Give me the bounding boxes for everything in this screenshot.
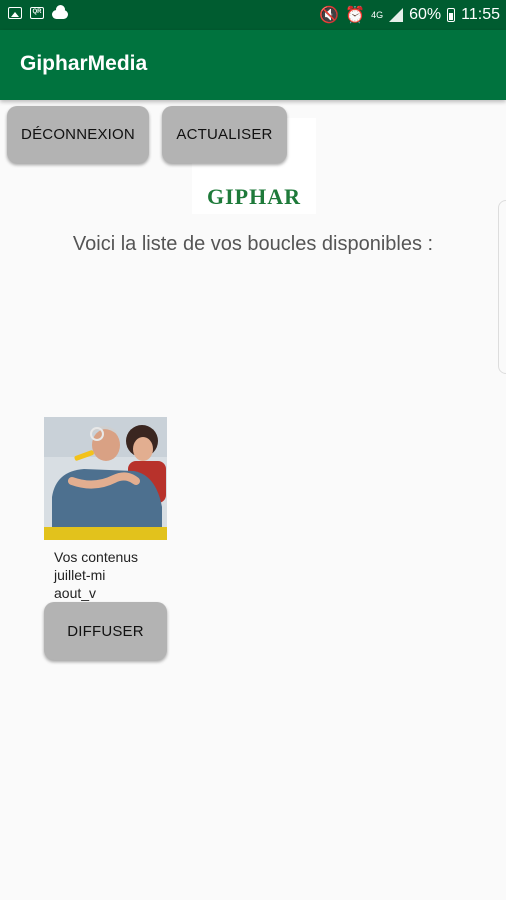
logo-text: GIPHAR <box>207 184 301 209</box>
app-bar: GipharMedia <box>0 30 506 100</box>
clock: 11:55 <box>461 6 500 23</box>
cloud-icon <box>52 4 68 19</box>
app-title: GipharMedia <box>20 52 148 75</box>
loop-title: Vos contenus juillet-mi aout_v <box>54 549 139 601</box>
logout-button[interactable]: DÉCONNEXION <box>7 106 149 163</box>
battery-icon <box>447 8 456 22</box>
qr-icon: QR <box>30 7 44 19</box>
status-icons-left: QR <box>8 4 68 19</box>
edge-panel-handle[interactable] <box>498 200 506 374</box>
refresh-button[interactable]: ACTUALISER <box>162 106 287 163</box>
loop-thumbnail[interactable] <box>44 417 167 540</box>
network-label: 4G <box>371 9 384 20</box>
mute-icon: 🔇 <box>319 7 340 24</box>
alarm-icon: ⏰ <box>345 7 366 24</box>
intro-text: Voici la liste de vos boucles disponible… <box>72 233 434 255</box>
status-icons-right: 🔇 ⏰ 4G 60% 11:55 <box>319 5 500 25</box>
thumbnail-image <box>44 417 167 540</box>
battery-percent: 60% <box>409 6 442 23</box>
status-bar: QR 🔇 ⏰ 4G 60% 11:55 <box>0 0 506 30</box>
broadcast-button[interactable]: DIFFUSER <box>44 602 167 660</box>
signal-icon <box>389 8 404 22</box>
gallery-icon <box>8 7 22 19</box>
